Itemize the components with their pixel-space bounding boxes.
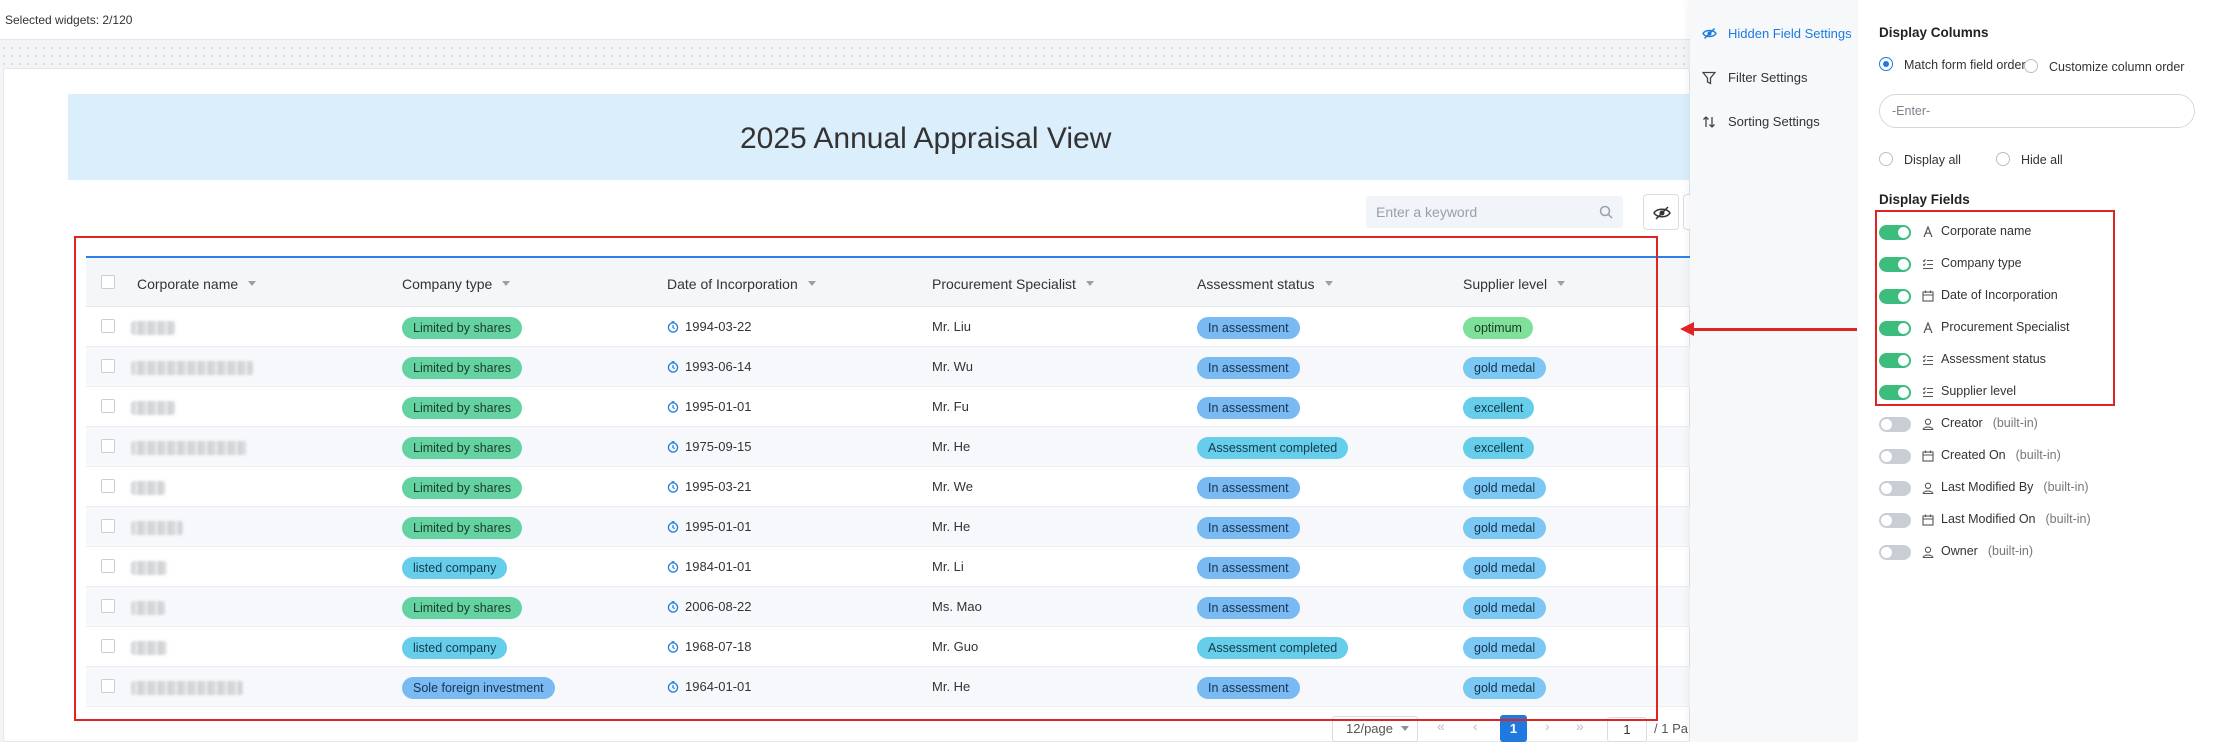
display-field-row: Owner (built-in) (1879, 542, 2179, 562)
display-field-row: Creator (built-in) (1879, 414, 2179, 434)
view-title: 2025 Annual Appraisal View (740, 122, 1112, 155)
display-columns-heading: Display Columns (1879, 25, 1989, 40)
builtin-label: (built-in) (2015, 448, 2061, 462)
nav-hidden-field-settings[interactable]: Hidden Field Settings (1702, 26, 1852, 41)
calendar-icon (1922, 449, 1934, 465)
builtin-label: (built-in) (2043, 480, 2089, 494)
highlight-fields-box (1875, 210, 2115, 406)
arrow-line (1690, 328, 1857, 331)
search-input[interactable] (1376, 196, 1586, 228)
field-toggle[interactable] (1879, 449, 1911, 464)
field-search-input[interactable] (1892, 95, 2182, 127)
selected-widgets-count: Selected widgets: 2/120 (5, 13, 133, 27)
sort-icon (1703, 116, 1715, 128)
display-all-radio[interactable] (1879, 152, 1893, 166)
filter-icon (1702, 71, 1716, 85)
field-search[interactable] (1879, 94, 2195, 128)
field-label: Last Modified By (built-in) (1941, 480, 2089, 494)
nav-sorting-settings[interactable]: Sorting Settings (1702, 114, 1820, 129)
match-order-radio[interactable] (1879, 57, 1893, 71)
field-label: Created On (built-in) (1941, 448, 2061, 462)
builtin-label: (built-in) (2045, 512, 2091, 526)
field-label: Owner (built-in) (1941, 544, 2033, 558)
display-field-row: Created On (built-in) (1879, 446, 2179, 466)
highlight-table-box (74, 236, 1658, 721)
user-icon (1922, 417, 1934, 433)
keyword-search[interactable] (1366, 196, 1623, 228)
search-icon[interactable] (1599, 205, 1613, 222)
calendar-icon (1922, 513, 1934, 529)
display-fields-heading: Display Fields (1879, 192, 1970, 207)
settings-nav: Hidden Field Settings Filter Settings So… (1690, 0, 1858, 742)
display-all-label: Display all (1904, 153, 1961, 167)
builtin-label: (built-in) (1992, 416, 2038, 430)
field-toggle[interactable] (1879, 545, 1911, 560)
arrow-left-icon (1680, 322, 1694, 336)
field-label: Last Modified On (built-in) (1941, 512, 2091, 526)
hide-all-label: Hide all (2021, 153, 2063, 167)
user-icon (1922, 545, 1934, 561)
chevron-down-icon (1401, 726, 1409, 731)
customize-order-label: Customize column order (2049, 60, 2185, 74)
nav-filter-settings[interactable]: Filter Settings (1702, 70, 1807, 85)
field-toggle[interactable] (1879, 513, 1911, 528)
page-total: / 1 Pa (1654, 721, 1688, 736)
hide-all-radio[interactable] (1996, 152, 2010, 166)
eye-off-icon (1653, 206, 1671, 220)
builtin-label: (built-in) (1987, 544, 2033, 558)
display-field-row: Last Modified On (built-in) (1879, 510, 2179, 530)
field-toggle[interactable] (1879, 481, 1911, 496)
hidden-fields-button[interactable] (1643, 194, 1679, 230)
top-bar: Selected widgets: 2/120 (0, 0, 1690, 40)
field-toggle[interactable] (1879, 417, 1911, 432)
customize-order-radio[interactable] (2024, 59, 2038, 73)
grid-background (0, 44, 1690, 66)
display-field-row: Last Modified By (built-in) (1879, 478, 2179, 498)
user-icon (1922, 481, 1934, 497)
match-order-label: Match form field order (1904, 58, 2026, 72)
field-label: Creator (built-in) (1941, 416, 2038, 430)
eye-off-icon (1702, 28, 1717, 39)
